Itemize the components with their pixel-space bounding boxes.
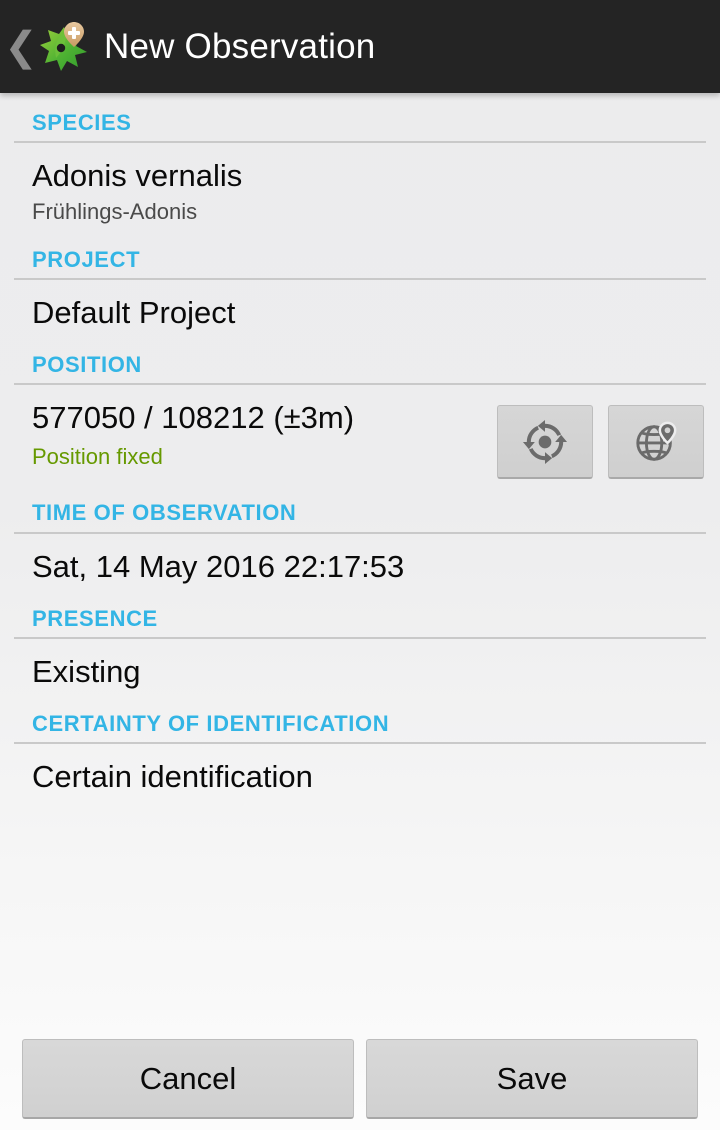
- leaf-map-pin-plus-icon: [36, 18, 94, 76]
- app-screen: ❮ New Observation SPECIES Adonis vernali…: [0, 0, 720, 1130]
- field-time[interactable]: Sat, 14 May 2016 22:17:53: [0, 534, 720, 589]
- section-label-position: POSITION: [32, 352, 142, 378]
- position-buttons: [497, 399, 704, 480]
- back-button[interactable]: ❮: [4, 19, 38, 75]
- gps-fix-button[interactable]: [497, 405, 593, 480]
- field-certainty[interactable]: Certain identification: [0, 744, 720, 799]
- field-species[interactable]: Adonis vernalis Frühlings-Adonis: [0, 143, 720, 230]
- save-button[interactable]: Save: [366, 1039, 698, 1119]
- section-label-project: PROJECT: [32, 246, 141, 272]
- chevron-left-icon: ❮: [4, 24, 38, 69]
- field-project[interactable]: Default Project: [0, 280, 720, 335]
- gps-target-refresh-icon: [522, 419, 568, 465]
- section-label-certainty: CERTAINTY OF IDENTIFICATION: [32, 711, 390, 737]
- position-texts: 577050 / 108212 (±3m) Position fixed: [32, 399, 497, 470]
- footer-button-bar: Cancel Save: [0, 1028, 720, 1130]
- time-value: Sat, 14 May 2016 22:17:53: [32, 548, 405, 584]
- form-content: SPECIES Adonis vernalis Frühlings-Adonis…: [0, 93, 720, 1028]
- map-pick-button[interactable]: [608, 405, 704, 480]
- field-presence[interactable]: Existing: [0, 639, 720, 694]
- action-bar: ❮ New Observation: [0, 0, 720, 93]
- section-label-time: TIME OF OBSERVATION: [32, 500, 297, 526]
- position-coordinates: 577050 / 108212 (±3m): [32, 400, 355, 436]
- section-label-species: SPECIES: [32, 110, 132, 135]
- globe-map-pin-icon: [633, 419, 679, 465]
- project-value: Default Project: [32, 295, 236, 331]
- page-title: New Observation: [104, 26, 376, 66]
- position-status: Position fixed: [32, 443, 163, 469]
- species-common-name: Frühlings-Adonis: [32, 199, 198, 225]
- presence-value: Existing: [32, 654, 141, 689]
- species-scientific-name: Adonis vernalis: [32, 158, 243, 194]
- cancel-button[interactable]: Cancel: [22, 1039, 354, 1119]
- field-position[interactable]: 577050 / 108212 (±3m) Position fixed: [0, 385, 720, 483]
- section-label-presence: PRESENCE: [32, 605, 158, 631]
- certainty-value: Certain identification: [32, 759, 313, 795]
